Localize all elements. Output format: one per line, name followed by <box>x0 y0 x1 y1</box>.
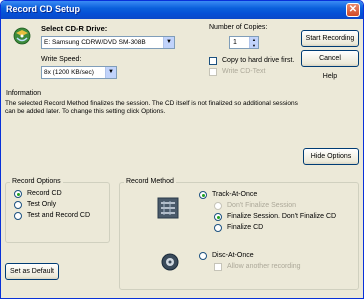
finalize-session-radio[interactable] <box>214 213 222 221</box>
chevron-down-icon[interactable]: ▼ <box>105 67 116 78</box>
record-options-title: Record Options <box>10 178 63 185</box>
help-button[interactable]: Help <box>301 69 359 86</box>
spin-arrows-icon[interactable]: ▲ ▼ <box>249 37 258 48</box>
speed-select-value: 8x (1200 KB/sec) <box>44 69 94 76</box>
track-at-once-icon <box>157 197 179 219</box>
record-cd-setup-dialog: Record CD Setup ✕ Select CD-R Drive: E: … <box>0 0 364 299</box>
allow-another-label: Allow another recording <box>227 263 301 270</box>
drive-select[interactable]: E: Samsung CDRW/DVD SM-308B ▼ <box>41 36 175 49</box>
window-title: Record CD Setup <box>6 4 81 14</box>
finalize-cd-label: Finalize CD <box>227 224 264 231</box>
track-at-once-label: Track-At-Once <box>212 191 258 198</box>
set-as-default-button[interactable]: Set as Default <box>5 263 59 280</box>
record-method-title: Record Method <box>124 178 176 185</box>
speed-select[interactable]: 8x (1200 KB/sec) ▼ <box>41 66 117 79</box>
information-text: The selected Record Method finalizes the… <box>5 100 298 115</box>
drive-select-value: E: Samsung CDRW/DVD SM-308B <box>44 39 146 46</box>
finalize-cd-radio[interactable] <box>214 224 222 232</box>
record-method-group <box>119 182 359 290</box>
copy-hard-drive-checkbox[interactable] <box>209 57 217 65</box>
track-at-once-radio[interactable] <box>199 191 207 199</box>
finalize-session-label: Finalize Session. Don't Finalize CD <box>227 213 337 220</box>
copies-stepper[interactable]: 1 ▲ ▼ <box>229 36 259 49</box>
dont-finalize-label: Don't Finalize Session <box>227 202 297 209</box>
test-only-label: Test Only <box>27 201 57 208</box>
test-and-record-radio[interactable] <box>14 212 22 220</box>
close-icon: ✕ <box>348 4 358 15</box>
record-cd-label: Record CD <box>27 190 62 197</box>
hide-options-button[interactable]: Hide Options <box>303 148 359 165</box>
cancel-button[interactable]: Cancel <box>301 50 359 67</box>
title-bar[interactable]: Record CD Setup ✕ <box>1 1 363 19</box>
close-button[interactable]: ✕ <box>346 3 360 17</box>
information-title: Information <box>6 90 42 97</box>
test-and-record-label: Test and Record CD <box>27 212 91 219</box>
dont-finalize-radio[interactable] <box>214 202 222 210</box>
copies-value: 1 <box>233 39 237 46</box>
write-cd-text-label: Write CD-Text <box>222 68 266 75</box>
start-recording-button[interactable]: Start Recording <box>301 30 359 47</box>
test-only-radio[interactable] <box>14 201 22 209</box>
speed-label: Write Speed: <box>41 56 82 63</box>
write-cd-text-checkbox[interactable] <box>209 68 217 76</box>
record-cd-radio[interactable] <box>14 190 22 198</box>
disc-at-once-label: Disc-At-Once <box>212 252 254 259</box>
allow-another-checkbox[interactable] <box>214 263 222 271</box>
disc-at-once-radio[interactable] <box>199 252 207 260</box>
copy-hard-drive-label: Copy to hard drive first. <box>222 57 295 64</box>
cd-drive-icon <box>13 27 31 45</box>
drive-label: Select CD-R Drive: <box>41 24 108 33</box>
disc-at-once-icon <box>161 253 179 271</box>
chevron-down-icon[interactable]: ▼ <box>163 37 174 48</box>
copies-label: Number of Copies: <box>209 24 268 31</box>
